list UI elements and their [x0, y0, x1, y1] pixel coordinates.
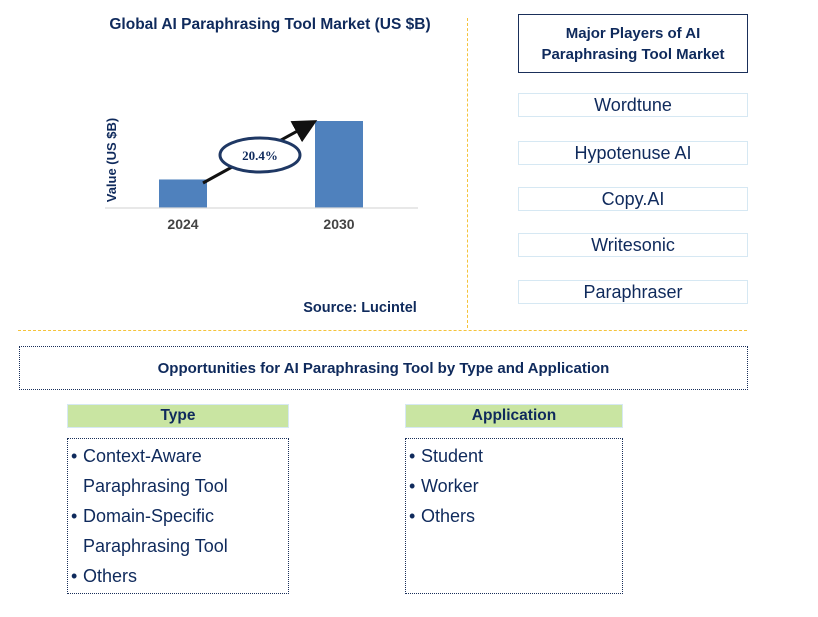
players-title: Major Players of AI Paraphrasing Tool Ma… [518, 14, 748, 73]
type-header: Type [67, 404, 289, 428]
bullet-icon: • [71, 506, 78, 526]
y-axis-label: Value (US $B) [104, 118, 119, 203]
x-tick-label: 2024 [167, 216, 198, 232]
application-list: • Student • Worker • Others [405, 438, 623, 594]
bar-chart: Value (US $B) 2024 2030 20.4% [104, 118, 418, 232]
application-header: Application [405, 404, 623, 428]
bullet-icon: • [409, 506, 416, 526]
list-item: • Student [409, 441, 620, 471]
list-item-text: Domain-Specific [83, 506, 215, 526]
vertical-divider [467, 18, 468, 328]
list-item-text: Student [421, 446, 484, 466]
list-item-text: Paraphrasing Tool [83, 476, 228, 496]
player-item: Paraphraser [518, 280, 748, 304]
bullet-icon: • [409, 446, 416, 466]
list-item-continuation: Paraphrasing Tool [71, 531, 286, 561]
bullet-icon: • [409, 476, 416, 496]
bar-2024 [159, 179, 207, 208]
source-label: Source: Lucintel [303, 300, 417, 316]
type-segment: Type • Context-Aware Paraphrasing Tool • Dom… [67, 404, 289, 594]
player-item: Writesonic [518, 233, 748, 257]
list-item-text: Worker [421, 476, 479, 496]
player-item: Copy.AI [518, 187, 748, 211]
bullet-icon: • [71, 566, 78, 586]
list-item: • Others [71, 561, 286, 591]
x-tick-label: 2030 [323, 216, 354, 232]
list-item: • Worker [409, 471, 620, 501]
list-item-continuation: Paraphrasing Tool [71, 471, 286, 501]
opportunities-banner: Opportunities for AI Paraphrasing Tool b… [19, 346, 748, 390]
type-list: • Context-Aware Paraphrasing Tool • Domain-S… [67, 438, 289, 594]
list-item-text: Context-Aware [83, 446, 202, 466]
application-segment: Application • Student • Worker • Others [405, 404, 623, 594]
bar-2030 [315, 121, 363, 208]
bullet-icon: • [71, 446, 78, 466]
list-item-text: Others [83, 566, 138, 586]
list-item: • Others [409, 501, 620, 531]
list-item: • Domain-Specific [71, 501, 286, 531]
player-item: Wordtune [518, 93, 748, 117]
list-item-text: Others [421, 506, 476, 526]
cagr-label: 20.4% [242, 148, 278, 163]
player-item: Hypotenuse AI [518, 141, 748, 165]
horizontal-divider [18, 330, 747, 331]
list-item-text: Paraphrasing Tool [83, 536, 228, 556]
list-item: • Context-Aware [71, 441, 286, 471]
